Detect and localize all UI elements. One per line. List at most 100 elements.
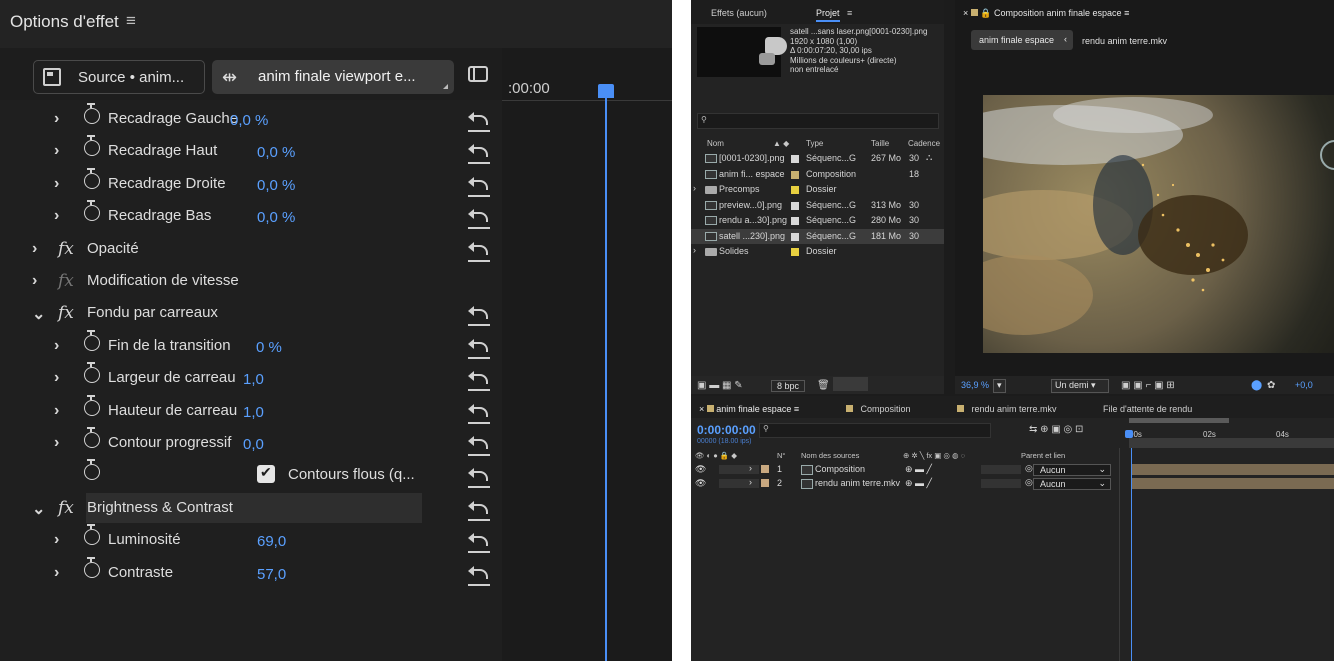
timeline-tab-rendu[interactable]: rendu anim terre.mkv — [957, 404, 1057, 414]
pickwhip-icon[interactable]: ◎ — [1025, 477, 1033, 488]
eye-icon[interactable]: 👁 — [695, 464, 706, 475]
timeline-layer[interactable]: 👁 › 1 Composition ⊕ ▬ ╱ ◎ Aucun ⌄ — [691, 463, 1334, 476]
parent-dropdown[interactable]: Aucun ⌄ — [1033, 477, 1111, 490]
timeline-layer[interactable]: 👁 › 2 rendu anim terre.mkv ⊕ ▬ ╱ ◎ Aucun ⌄ — [691, 477, 1334, 490]
checkbox[interactable] — [257, 464, 275, 484]
reset-icon[interactable] — [468, 371, 490, 385]
stopwatch-icon[interactable] — [84, 524, 100, 546]
label-color-swatch[interactable] — [791, 232, 799, 241]
reset-icon[interactable] — [468, 112, 490, 126]
effect-param-row[interactable]: Contours flous (q... — [0, 459, 502, 492]
panel-menu-icon[interactable]: ≡ — [126, 11, 136, 31]
chevron-right-icon[interactable]: › — [54, 337, 59, 355]
label-color-swatch[interactable] — [791, 155, 799, 163]
stopwatch-icon[interactable] — [84, 459, 100, 481]
work-area-bar[interactable] — [1129, 418, 1229, 423]
reset-icon[interactable] — [468, 338, 490, 353]
reset-icon[interactable] — [468, 468, 490, 482]
layer-duration-bar[interactable] — [1131, 464, 1334, 475]
playhead-handle[interactable] — [598, 84, 614, 98]
effect-param-row[interactable]: › Recadrage Gauche 0,0 % — [0, 103, 502, 136]
zoom-level[interactable]: 36,9 % — [961, 380, 989, 390]
project-item[interactable]: preview...0].png Séquenc...G 313 Mo 30 — [691, 198, 944, 213]
project-item[interactable]: › Precomps Dossier — [691, 182, 944, 197]
param-value[interactable]: 0,0 % — [257, 144, 295, 161]
mini-timeline[interactable] — [502, 48, 672, 661]
reset-icon[interactable] — [468, 209, 490, 223]
stopwatch-icon[interactable] — [84, 556, 100, 578]
col-type[interactable]: Type — [806, 139, 823, 148]
param-value[interactable]: 0,0 % — [257, 177, 295, 194]
chevron-right-icon[interactable]: › — [693, 183, 696, 193]
param-value[interactable]: 0,0 % — [230, 112, 268, 129]
chevron-right-icon[interactable]: › — [54, 564, 59, 582]
label-color-swatch[interactable] — [761, 465, 769, 473]
resolution-dropdown[interactable]: Un demi ▾ — [1051, 379, 1109, 393]
effect-param-row[interactable]: › Largeur de carreau 1,0 — [0, 362, 502, 395]
label-color-swatch[interactable] — [791, 217, 799, 225]
effect-param-row[interactable]: › Contraste 57,0 — [0, 556, 502, 590]
timeline-tab-composition[interactable]: Composition — [846, 404, 911, 414]
exposure-value[interactable]: +0,0 — [1295, 380, 1313, 390]
effect-row[interactable]: ⌄ fx Fondu par carreaux — [0, 298, 502, 330]
chevron-right-icon[interactable]: › — [32, 240, 37, 258]
param-value[interactable]: 57,0 — [257, 566, 286, 583]
project-item[interactable]: [0001-0230].png Séquenc...G 267 Mo 30 ⛬ — [691, 151, 944, 166]
param-value[interactable]: 1,0 — [243, 371, 264, 388]
time-ruler[interactable]: 00s 02s 04s — [1125, 418, 1334, 448]
bpc-button[interactable]: 8 bpc — [771, 380, 806, 392]
chevron-right-icon[interactable]: › — [54, 402, 59, 420]
effect-param-row[interactable]: › Recadrage Haut 0,0 % — [0, 135, 502, 168]
layer-switch-icons[interactable]: ⊕ ▬ ╱ — [905, 464, 932, 475]
effect-row[interactable]: ⌄ fx Brightness & Contrast — [0, 492, 502, 525]
param-value[interactable]: 69,0 — [257, 533, 286, 550]
av-switches[interactable] — [719, 465, 759, 474]
fx-icon[interactable]: fx — [58, 239, 74, 259]
timeline-tab-active[interactable]: × anim finale espace ≡ — [699, 404, 799, 414]
trash-icon[interactable]: 🗑 — [817, 380, 830, 391]
timeline-timecode[interactable]: 0:00:00:00 — [697, 423, 756, 437]
stopwatch-icon[interactable] — [84, 167, 100, 189]
ruler-track[interactable] — [1129, 438, 1334, 448]
exposure-icon[interactable]: ✿ — [1267, 380, 1275, 391]
color-wheel-icon[interactable]: ⬤ — [1251, 380, 1262, 391]
layer-duration-bar[interactable] — [1131, 477, 1334, 489]
reset-icon[interactable] — [468, 565, 490, 580]
composition-tab[interactable]: × 🔒 Composition anim finale espace ≡ — [963, 8, 1129, 19]
param-value[interactable]: 1,0 — [243, 404, 264, 421]
label-color-swatch[interactable] — [791, 186, 799, 194]
stopwatch-icon[interactable] — [84, 362, 100, 384]
project-search-input[interactable]: ⚲ — [697, 113, 939, 129]
col-source-name[interactable]: Nom des sources — [801, 451, 859, 460]
timeline-divider[interactable] — [1119, 448, 1120, 661]
zoom-dropdown[interactable]: ▾ — [993, 379, 1006, 393]
effect-param-row[interactable]: › Fin de la transition 0 % — [0, 329, 502, 363]
param-value[interactable]: 0,0 % — [257, 209, 295, 226]
chevron-right-icon[interactable]: › — [32, 272, 37, 290]
pickwhip-icon[interactable]: ◎ — [1025, 463, 1033, 474]
effect-row[interactable]: › fx Opacité — [0, 234, 502, 266]
chevron-right-icon[interactable]: › — [749, 463, 752, 473]
reset-icon[interactable] — [468, 144, 490, 158]
playhead-line[interactable] — [605, 98, 607, 661]
label-color-swatch[interactable] — [791, 170, 799, 179]
label-color-swatch[interactable] — [791, 201, 799, 210]
composition-viewer[interactable] — [983, 95, 1334, 353]
effect-param-row[interactable]: › Recadrage Droite 0,0 % — [0, 167, 502, 201]
col-name[interactable]: Nom — [707, 139, 724, 148]
project-item[interactable]: rendu a...30].png Séquenc...G 280 Mo 30 — [691, 213, 944, 228]
timeline-tab-render-queue[interactable]: File d'attente de rendu — [1103, 404, 1192, 414]
chevron-right-icon[interactable]: › — [749, 477, 752, 487]
effect-param-row[interactable]: › Luminosité 69,0 — [0, 524, 502, 557]
stopwatch-icon[interactable] — [84, 427, 100, 448]
reset-icon[interactable] — [468, 533, 490, 547]
stopwatch-icon[interactable] — [84, 329, 100, 351]
layer-mode-switches[interactable] — [981, 465, 1021, 474]
chevron-right-icon[interactable]: › — [54, 142, 59, 160]
playhead-handle[interactable] — [1125, 430, 1133, 438]
effect-param-row[interactable]: › Recadrage Bas 0,0 % — [0, 200, 502, 233]
reset-icon[interactable] — [468, 241, 490, 256]
tab-project[interactable]: Projet — [816, 8, 840, 22]
effect-row[interactable]: › fx Modification de vitesse — [0, 266, 502, 298]
project-footer-icons[interactable]: ▣ ▬ ▦ ✎ — [697, 380, 743, 391]
